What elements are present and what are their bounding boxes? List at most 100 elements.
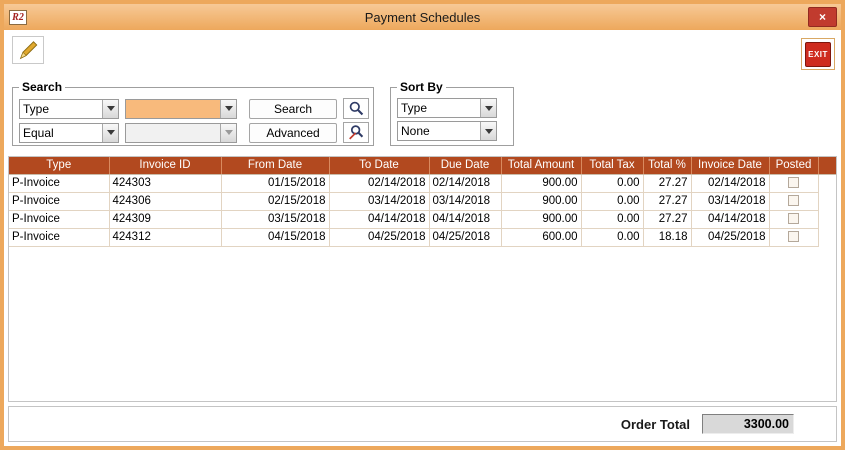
sort-by-group: Sort By Type None xyxy=(390,80,514,146)
exit-icon: EXIT xyxy=(805,42,831,67)
cell: 02/14/2018 xyxy=(329,174,429,192)
cell: 424309 xyxy=(109,210,221,228)
cell: 02/14/2018 xyxy=(429,174,501,192)
column-header-filler xyxy=(818,157,836,174)
column-header[interactable]: To Date xyxy=(329,157,429,174)
cell-posted xyxy=(769,174,818,192)
search-row-1: Type Search xyxy=(19,98,369,119)
column-header[interactable]: Invoice Date xyxy=(691,157,769,174)
cell-posted xyxy=(769,228,818,246)
sort-row-1: Type xyxy=(397,98,509,118)
table-row[interactable]: P-Invoice42430903/15/201804/14/201804/14… xyxy=(9,210,836,228)
posted-checkbox[interactable] xyxy=(788,177,799,188)
search-button[interactable]: Search xyxy=(249,99,337,119)
cell: P-Invoice xyxy=(9,174,109,192)
app-icon: R2 xyxy=(9,10,27,25)
search-value-input[interactable] xyxy=(125,99,237,119)
cell-filler xyxy=(818,192,836,210)
cell: 27.27 xyxy=(643,210,691,228)
cell: 900.00 xyxy=(501,210,581,228)
header-row: TypeInvoice IDFrom DateTo DateDue DateTo… xyxy=(9,157,836,174)
close-button[interactable]: × xyxy=(808,7,837,27)
search-value2-text xyxy=(126,124,220,142)
cell: P-Invoice xyxy=(9,228,109,246)
table-row[interactable]: P-Invoice42430602/15/201803/14/201803/14… xyxy=(9,192,836,210)
cell: 03/14/2018 xyxy=(429,192,501,210)
table-row[interactable]: P-Invoice42430301/15/201802/14/201802/14… xyxy=(9,174,836,192)
cell: 01/15/2018 xyxy=(221,174,329,192)
search-value-text xyxy=(126,100,220,118)
cell: 27.27 xyxy=(643,192,691,210)
cell: 0.00 xyxy=(581,228,643,246)
sort-by-group-legend: Sort By xyxy=(397,80,446,94)
search-group: Search Type Search xyxy=(12,80,374,146)
column-header[interactable]: Total Amount xyxy=(501,157,581,174)
column-header[interactable]: Total Tax xyxy=(581,157,643,174)
cell: 600.00 xyxy=(501,228,581,246)
chevron-down-icon[interactable] xyxy=(102,124,118,142)
order-total-label: Order Total xyxy=(621,417,690,432)
column-header[interactable]: Invoice ID xyxy=(109,157,221,174)
search-field-value: Type xyxy=(20,100,102,118)
sort-secondary-value: None xyxy=(398,122,480,140)
cell: 424303 xyxy=(109,174,221,192)
cell: 04/25/2018 xyxy=(329,228,429,246)
cell: 02/14/2018 xyxy=(691,174,769,192)
sort-secondary-select[interactable]: None xyxy=(397,121,497,141)
chevron-down-icon[interactable] xyxy=(480,122,496,140)
content-area: EXIT Search Type Search xyxy=(4,30,841,446)
cell-filler xyxy=(818,174,836,192)
posted-checkbox[interactable] xyxy=(788,195,799,206)
magnifier-icon xyxy=(348,100,365,117)
column-header[interactable]: Posted xyxy=(769,157,818,174)
sort-primary-value: Type xyxy=(398,99,480,117)
pencil-icon xyxy=(17,39,39,61)
column-header[interactable]: Total % xyxy=(643,157,691,174)
cell-posted xyxy=(769,192,818,210)
search-field-select[interactable]: Type xyxy=(19,99,119,119)
exit-button[interactable]: EXIT xyxy=(801,38,835,70)
cell-posted xyxy=(769,210,818,228)
payment-schedules-window: R2 Payment Schedules × EXIT Search Type xyxy=(0,0,845,450)
cell: 03/14/2018 xyxy=(691,192,769,210)
cell: P-Invoice xyxy=(9,210,109,228)
cell: 04/14/2018 xyxy=(691,210,769,228)
schedule-table: TypeInvoice IDFrom DateTo DateDue DateTo… xyxy=(9,157,836,247)
posted-checkbox[interactable] xyxy=(788,213,799,224)
chevron-down-icon[interactable] xyxy=(220,100,236,118)
find-button[interactable] xyxy=(343,98,369,119)
search-row-2: Equal Advanced xyxy=(19,122,369,143)
cell: 02/15/2018 xyxy=(221,192,329,210)
cell: 04/25/2018 xyxy=(691,228,769,246)
schedule-grid-panel: TypeInvoice IDFrom DateTo DateDue DateTo… xyxy=(8,156,837,402)
column-header[interactable]: From Date xyxy=(221,157,329,174)
cell: 0.00 xyxy=(581,174,643,192)
cell: 424312 xyxy=(109,228,221,246)
posted-checkbox[interactable] xyxy=(788,231,799,242)
cell: 0.00 xyxy=(581,192,643,210)
cell: 900.00 xyxy=(501,174,581,192)
search-operator-select[interactable]: Equal xyxy=(19,123,119,143)
window-title: Payment Schedules xyxy=(4,10,841,25)
magnifier-edit-icon xyxy=(348,124,365,141)
search-group-legend: Search xyxy=(19,80,65,94)
cell: P-Invoice xyxy=(9,192,109,210)
cell: 27.27 xyxy=(643,174,691,192)
edit-button[interactable] xyxy=(12,36,44,64)
cell: 900.00 xyxy=(501,192,581,210)
cell: 03/14/2018 xyxy=(329,192,429,210)
table-row[interactable]: P-Invoice42431204/15/201804/25/201804/25… xyxy=(9,228,836,246)
chevron-down-icon[interactable] xyxy=(480,99,496,117)
chevron-down-icon[interactable] xyxy=(102,100,118,118)
cell-filler xyxy=(818,210,836,228)
column-header[interactable]: Type xyxy=(9,157,109,174)
cell: 04/25/2018 xyxy=(429,228,501,246)
column-header[interactable]: Due Date xyxy=(429,157,501,174)
advanced-button[interactable]: Advanced xyxy=(249,123,337,143)
search-value2-select xyxy=(125,123,237,143)
sort-primary-select[interactable]: Type xyxy=(397,98,497,118)
titlebar[interactable]: R2 Payment Schedules × xyxy=(4,4,841,30)
search-operator-value: Equal xyxy=(20,124,102,142)
advanced-find-button[interactable] xyxy=(343,122,369,143)
cell-filler xyxy=(818,228,836,246)
